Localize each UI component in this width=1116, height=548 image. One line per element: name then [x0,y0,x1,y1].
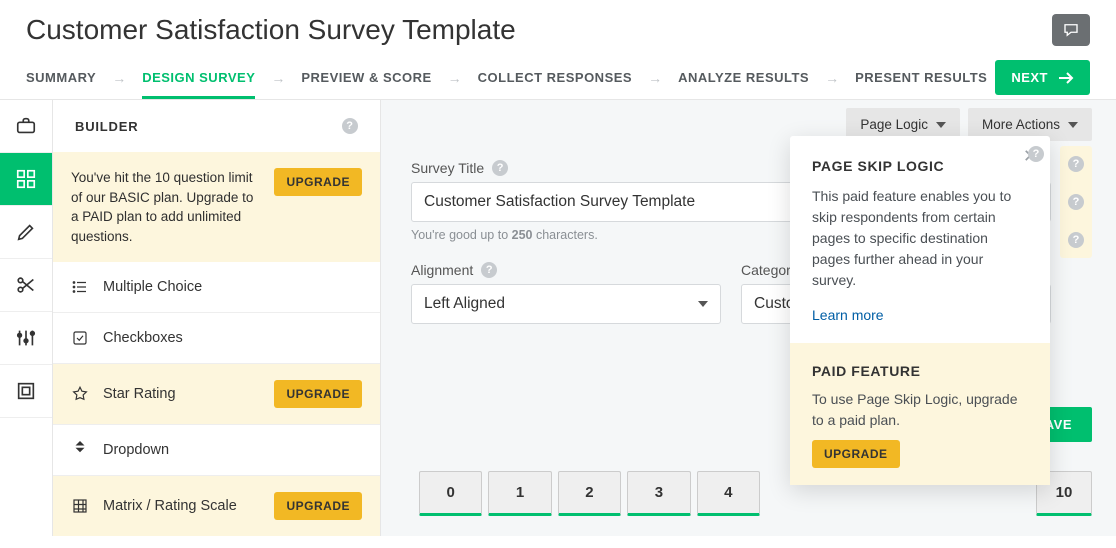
qtype-label: Dropdown [103,442,169,458]
upgrade-button[interactable]: UPGRADE [274,380,362,408]
upgrade-button[interactable]: UPGRADE [274,168,362,196]
alignment-label: Alignment [411,262,473,278]
help-icon[interactable]: ? [342,118,358,134]
paid-feature-body: To use Page Skip Logic, upgrade to a pai… [812,389,1028,431]
left-icon-rail [0,100,53,536]
scissors-icon [15,274,37,296]
next-button[interactable]: NEXT [995,60,1090,95]
qtype-dropdown[interactable]: Dropdown [53,425,380,476]
alignment-select[interactable]: Left Aligned [411,284,721,324]
upgrade-button[interactable]: UPGRADE [812,440,900,468]
page-title: Customer Satisfaction Survey Template [26,14,516,46]
sliders-icon [15,327,37,349]
nps-option-4[interactable]: 4 [697,471,760,516]
dropdown-icon [71,441,89,459]
qtype-label: Checkboxes [103,330,183,346]
caret-down-icon [1068,122,1078,128]
help-icon[interactable]: ? [1068,194,1084,210]
rail-builder[interactable] [0,153,52,206]
help-icon[interactable]: ? [1068,156,1084,172]
help-icon[interactable]: ? [481,262,497,278]
star-icon [71,385,89,403]
chevron-right-icon: → [825,70,839,86]
caret-down-icon [698,301,708,307]
chevron-right-icon: → [648,70,662,86]
limit-banner-text: You've hit the 10 question limit of our … [71,168,262,246]
rail-layout[interactable] [0,365,52,418]
chat-bubble-icon [1062,21,1080,39]
survey-canvas: Page Logic More Actions ? ? ? ? Survey T… [381,100,1116,536]
help-icon[interactable]: ? [492,160,508,176]
tab-preview-score[interactable]: PREVIEW & SCORE [301,56,431,99]
learn-more-link[interactable]: Learn more [812,307,884,323]
nps-option-3[interactable]: 3 [627,471,690,516]
caret-down-icon [936,122,946,128]
rail-toolbox[interactable] [0,100,52,153]
paid-feature-title: PAID FEATURE [812,363,1028,379]
chevron-right-icon: → [448,70,462,86]
tab-collect-responses[interactable]: COLLECT RESPONSES [478,56,632,99]
rail-edit[interactable] [0,206,52,259]
qtype-matrix[interactable]: Matrix / Rating Scale UPGRADE [53,476,380,536]
matrix-icon [71,497,89,515]
page-logic-label: Page Logic [860,117,928,132]
upgrade-button[interactable]: UPGRADE [274,492,362,520]
side-help-chips: ? ? ? [1060,146,1092,258]
chevron-right-icon: → [271,70,285,86]
question-limit-banner: You've hit the 10 question limit of our … [53,152,380,262]
rail-options[interactable] [0,312,52,365]
popover-title: PAGE SKIP LOGIC [812,158,1028,174]
tab-design-survey[interactable]: DESIGN SURVEY [142,56,255,99]
alignment-value: Left Aligned [424,295,505,313]
rail-logic[interactable] [0,259,52,312]
help-icon[interactable]: ? [1068,232,1084,248]
nps-option-0[interactable]: 0 [419,471,482,516]
tab-summary[interactable]: SUMMARY [26,56,96,99]
builder-panel: BUILDER ? You've hit the 10 question lim… [53,100,381,536]
page-skip-logic-popover: ✕ PAGE SKIP LOGIC This paid feature enab… [790,136,1050,485]
nps-option-1[interactable]: 1 [488,471,551,516]
list-icon [71,278,89,296]
arrow-right-icon [1058,72,1074,84]
toolbox-icon [15,115,37,137]
help-icon[interactable]: ? [1028,146,1044,162]
tab-present-results[interactable]: PRESENT RESULTS [855,56,987,99]
more-actions-label: More Actions [982,117,1060,132]
qtype-checkboxes[interactable]: Checkboxes [53,313,380,364]
qtype-label: Star Rating [103,386,176,402]
survey-title-label: Survey Title [411,160,484,176]
qtype-star-rating[interactable]: Star Rating UPGRADE [53,364,380,425]
next-button-label: NEXT [1011,70,1048,85]
checkbox-icon [71,329,89,347]
qtype-label: Multiple Choice [103,279,202,295]
blocks-icon [15,168,37,190]
wizard-tabs: SUMMARY → DESIGN SURVEY → PREVIEW & SCOR… [0,56,1116,100]
tab-analyze-results[interactable]: ANALYZE RESULTS [678,56,809,99]
chevron-right-icon: → [112,70,126,86]
layout-icon [15,380,37,402]
qtype-multiple-choice[interactable]: Multiple Choice [53,262,380,313]
qtype-label: Matrix / Rating Scale [103,498,237,514]
nps-option-2[interactable]: 2 [558,471,621,516]
builder-title: BUILDER [75,119,138,134]
pencil-icon [15,221,37,243]
popover-body: This paid feature enables you to skip re… [812,186,1028,291]
feedback-button[interactable] [1052,14,1090,46]
